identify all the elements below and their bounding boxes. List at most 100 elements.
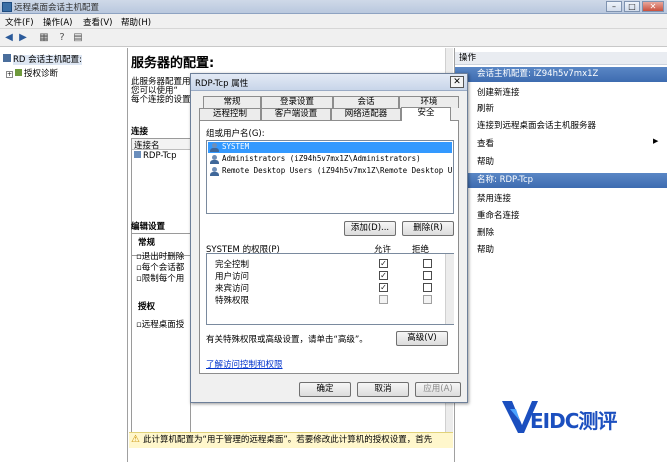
menu-view[interactable]: 查看(V): [83, 16, 112, 28]
general-item[interactable]: ▫每个会话都: [136, 263, 184, 274]
user-row[interactable]: Administrators (iZ94h5v7mx1Z\Administrat…: [208, 154, 452, 165]
deny-checkbox[interactable]: [423, 295, 432, 304]
permission-row: 用户访问 ✓: [213, 270, 443, 282]
remove-button[interactable]: 删除(R): [402, 221, 454, 236]
page-title: 服务器的配置:: [131, 56, 215, 71]
app-icon: [2, 2, 12, 12]
actions-section-rdp[interactable]: 名称: RDP-Tcp: [455, 173, 667, 188]
user-group-icon: [210, 155, 219, 164]
submenu-arrow-icon: ▶: [653, 137, 659, 145]
action-rename-connection[interactable]: 重命名连接: [477, 209, 520, 221]
tree-child[interactable]: + 授权诊断: [6, 67, 58, 79]
action-delete[interactable]: 删除: [477, 226, 494, 238]
license-label: 授权: [138, 302, 156, 312]
diagnosis-icon: [15, 69, 22, 76]
tab-security[interactable]: 安全: [401, 107, 451, 121]
allow-checkbox[interactable]: ✓: [379, 271, 388, 280]
close-button[interactable]: ✕: [642, 1, 664, 12]
expand-icon[interactable]: +: [6, 71, 13, 78]
console-tree: RD 会话主机配置: + 授权诊断: [0, 48, 128, 462]
permission-row: 特殊权限: [213, 294, 443, 306]
group-label: 组或用户名(G):: [206, 129, 265, 139]
title-bar: 远程桌面会话主机配置 – □ ✕: [0, 0, 667, 14]
general-item[interactable]: ▫限制每个用: [136, 274, 184, 285]
cancel-button[interactable]: 取消: [357, 382, 409, 397]
maximize-button[interactable]: □: [624, 1, 640, 12]
watermark-text: EIDC测评: [530, 409, 617, 433]
toolbar: ◀ ▶ ▦ ? ▤: [0, 29, 667, 47]
tab-network-adapter[interactable]: 网络适配器: [331, 108, 401, 120]
permissions-list: 完全控制 ✓ 用户访问 ✓ 来宾访问 ✓ 特殊权限: [206, 253, 454, 325]
edit-settings-label: 编辑设置: [131, 222, 166, 232]
tab-logon[interactable]: 登录设置: [261, 96, 333, 108]
action-create-connection[interactable]: 创建新连接: [477, 86, 520, 98]
permission-name: 完全控制: [215, 260, 250, 270]
action-disable-connection[interactable]: 禁用连接: [477, 192, 511, 204]
back-icon[interactable]: ◀: [3, 32, 15, 44]
column-name-header[interactable]: 连接名: [132, 139, 190, 151]
console-tree-icon[interactable]: ▦: [38, 32, 50, 44]
forward-icon[interactable]: ▶: [17, 32, 29, 44]
menu-help[interactable]: 帮助(H): [121, 16, 151, 28]
user-group-icon: [210, 143, 219, 152]
apply-button[interactable]: 应用(A): [415, 382, 461, 397]
general-label: 常规: [138, 238, 156, 248]
security-panel: 组或用户名(G): SYSTEM Administrators (iZ94h5v…: [199, 120, 459, 374]
advanced-note: 有关特殊权限或高级设置，请单击“高级”。: [206, 335, 368, 345]
menu-bar: 文件(F) 操作(A) 查看(V) 帮助(H): [0, 14, 667, 29]
deny-checkbox[interactable]: [423, 283, 432, 292]
connections-label: 连接: [131, 127, 149, 137]
action-refresh[interactable]: 刷新: [477, 102, 494, 114]
permission-name: 用户访问: [215, 272, 250, 282]
watermark-logo: EIDC测评: [500, 397, 660, 437]
window-title: 远程桌面会话主机配置: [14, 3, 100, 13]
user-group-icon: [210, 167, 219, 176]
tree-root[interactable]: RD 会话主机配置:: [3, 53, 83, 65]
ok-button[interactable]: 确定: [299, 382, 351, 397]
tab-session[interactable]: 会话: [333, 96, 399, 108]
tab-remote-control[interactable]: 远程控制: [199, 108, 261, 120]
intro-text: 此服务器配置用 您可以使用“ 每个连接的设置: [131, 77, 191, 105]
allow-checkbox[interactable]: ✓: [379, 283, 388, 292]
general-item[interactable]: ▫退出时删除: [136, 252, 184, 263]
warning-bar: ⚠ 此计算机配置为“用于管理的远程桌面”。若要修改此计算机的授权设置，首先: [129, 432, 453, 448]
permission-name: 特殊权限: [215, 296, 250, 306]
actions-header: 操作: [455, 52, 667, 65]
allow-checkbox[interactable]: [379, 295, 388, 304]
advanced-button[interactable]: 高级(V): [396, 331, 448, 346]
permission-row: 完全控制 ✓: [213, 258, 443, 270]
action-pane-icon[interactable]: ▤: [72, 32, 84, 44]
minimize-button[interactable]: –: [606, 1, 622, 12]
general-items: ▫退出时删除 ▫每个会话都 ▫限制每个用: [136, 252, 184, 285]
warning-icon: ⚠: [131, 434, 140, 445]
menu-action[interactable]: 操作(A): [43, 16, 72, 28]
user-row[interactable]: Remote Desktop Users (iZ94h5v7mx1Z\Remot…: [208, 166, 452, 177]
edit-settings-panel: 常规 ▫退出时删除 ▫每个会话都 ▫限制每个用 授权 ▫远程桌面授: [131, 233, 191, 433]
dialog-title: RDP-Tcp 属性: [195, 79, 249, 89]
user-list[interactable]: SYSTEM Administrators (iZ94h5v7mx1Z\Admi…: [206, 140, 454, 214]
properties-dialog: RDP-Tcp 属性 ✕ 常规 登录设置 会话 环境 远程控制 客户端设置 网络…: [190, 73, 468, 403]
access-control-link[interactable]: 了解访问控制和权限: [206, 358, 283, 370]
connection-row[interactable]: RDP-Tcp: [132, 151, 190, 161]
dialog-title-bar: RDP-Tcp 属性 ✕: [191, 74, 467, 91]
action-help-2[interactable]: 帮助: [477, 243, 494, 255]
action-connect-server[interactable]: 连接到远程桌面会话主机服务器: [477, 119, 596, 131]
help-icon[interactable]: ?: [56, 32, 68, 44]
tab-client-settings[interactable]: 客户端设置: [261, 108, 331, 120]
connection-icon: [134, 151, 141, 158]
dialog-close-button[interactable]: ✕: [450, 76, 464, 88]
permission-row: 来宾访问 ✓: [213, 282, 443, 294]
license-item[interactable]: ▫远程桌面授: [136, 318, 184, 330]
permission-name: 来宾访问: [215, 284, 250, 294]
allow-checkbox[interactable]: ✓: [379, 259, 388, 268]
action-view[interactable]: 查看: [477, 137, 494, 149]
action-help[interactable]: 帮助: [477, 155, 494, 167]
tab-general[interactable]: 常规: [203, 96, 261, 108]
menu-file[interactable]: 文件(F): [5, 16, 34, 28]
actions-section-host[interactable]: 会话主机配置: iZ94h5v7mx1Z: [455, 67, 667, 82]
deny-checkbox[interactable]: [423, 271, 432, 280]
user-row-selected[interactable]: SYSTEM: [208, 142, 452, 153]
deny-checkbox[interactable]: [423, 259, 432, 268]
permissions-scrollbar[interactable]: [445, 254, 454, 324]
add-button[interactable]: 添加(D)...: [344, 221, 396, 236]
